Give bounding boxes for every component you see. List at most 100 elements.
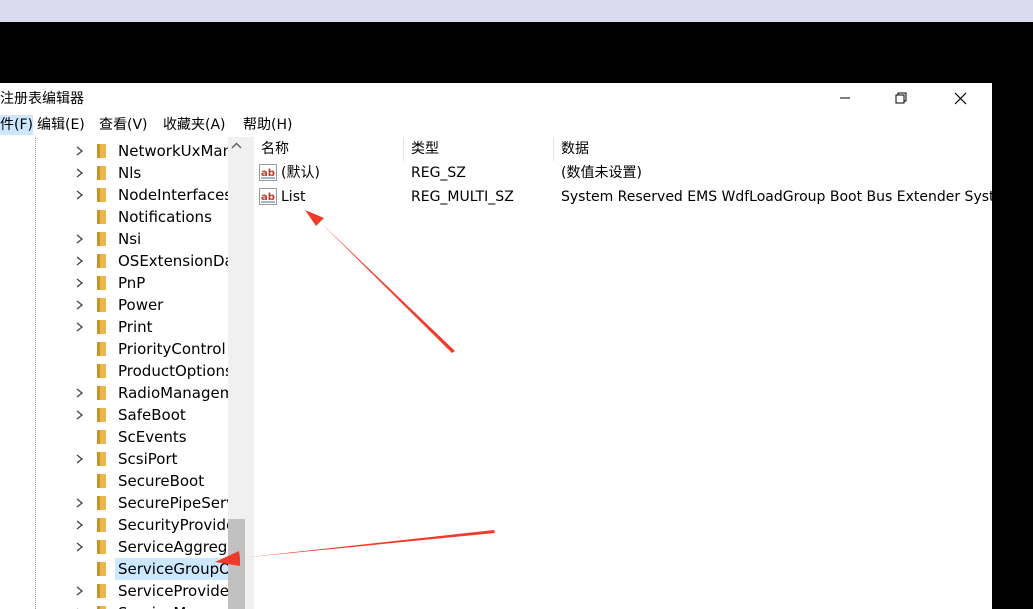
scroll-thumb[interactable] [228,519,245,609]
expand-toggle[interactable] [73,536,87,558]
folder-icon [93,319,110,335]
tree-item[interactable]: SafeBoot [0,404,228,426]
tree-item-label: Nls [118,164,142,182]
tree-item[interactable]: ServiceProvider [0,580,228,602]
tree-item[interactable]: RadioManagement [0,382,228,404]
column-header-type[interactable]: 类型 [404,137,554,161]
chevron-right-icon [76,278,84,288]
chevron-right-icon [76,256,84,266]
restore-button[interactable] [878,83,924,113]
tree-item[interactable]: NetworkUxManager [0,140,228,162]
tree-item[interactable]: ServiceMe [0,602,228,609]
expand-toggle[interactable] [73,602,87,609]
value-row[interactable]: ab (默认) REG_SZ (数值未设置) [254,161,992,185]
value-type: REG_SZ [411,165,466,181]
folder-icon [93,187,110,203]
folder-icon [93,495,110,511]
tree-item-label: ServiceAggregatedEvents [118,538,228,556]
minimize-button[interactable] [822,83,868,113]
tree-item[interactable]: ScsiPort [0,448,228,470]
expand-toggle[interactable] [73,250,87,272]
chevron-right-icon [76,168,84,178]
folder-icon [93,517,110,533]
value-data: (数值未设置) [561,165,642,181]
menu-help[interactable]: 帮助(H) [243,115,292,135]
tree-item[interactable]: ScEvents [0,426,228,448]
folder-icon [93,231,110,247]
tree-item[interactable]: ServiceGroupOrder [0,558,228,580]
column-header-name[interactable]: 名称 [254,137,404,161]
tree-item-label: ServiceProvider [118,582,228,600]
menu-view[interactable]: 查看(V) [99,115,148,135]
tree-item[interactable]: SecureBoot [0,470,228,492]
title-bar[interactable]: 注册表编辑器 [0,83,992,113]
tree-item[interactable]: ProductOptions [0,360,228,382]
tree-item-label: NodeInterfaces [118,186,228,204]
tree-item[interactable]: Print [0,316,228,338]
tree-item[interactable]: ServiceAggregatedEvents [0,536,228,558]
tree-item[interactable]: NodeInterfaces [0,184,228,206]
folder-icon [93,429,110,445]
folder-icon [93,407,110,423]
expand-toggle[interactable] [73,162,87,184]
regedit-window: 注册表编辑器 件(F) 编辑(E) 查看(V) 收藏夹(A) 帮助(H) Net… [0,83,992,609]
close-icon [954,92,966,104]
tree-item-label: RadioManagement [118,384,228,402]
tree-item[interactable]: PriorityControl [0,338,228,360]
value-type: REG_MULTI_SZ [411,189,514,205]
chevron-right-icon [76,322,84,332]
tree-item[interactable]: Nsi [0,228,228,250]
folder-icon [93,143,110,159]
tree-item[interactable]: PnP [0,272,228,294]
tree-item-label: PriorityControl [118,340,226,358]
window-title: 注册表编辑器 [0,91,84,107]
close-button[interactable] [937,83,983,113]
desktop-top-strip [0,0,1033,22]
menu-favorites[interactable]: 收藏夹(A) [163,115,226,135]
registry-key-tree[interactable]: NetworkUxManager Nls NodeInterfaces Notific… [0,137,228,609]
expand-toggle[interactable] [73,404,87,426]
tree-item[interactable]: SecurePipeServers [0,492,228,514]
value-row[interactable]: ab List REG_MULTI_SZ System Reserved EMS Wd… [254,185,992,209]
chevron-up-icon [231,142,242,149]
expand-toggle[interactable] [73,492,87,514]
tree-item[interactable]: Notifications [0,206,228,228]
expand-toggle[interactable] [73,316,87,338]
expand-toggle[interactable] [73,184,87,206]
tree-item[interactable]: Power [0,294,228,316]
chevron-right-icon [76,586,84,596]
chevron-right-icon [76,410,84,420]
expand-toggle[interactable] [73,580,87,602]
menu-file[interactable]: 件(F) [0,115,33,135]
chevron-right-icon [76,498,84,508]
tree-item[interactable]: Nls [0,162,228,184]
tree-scrollbar[interactable] [228,137,245,609]
tree-item-label: SafeBoot [118,406,186,424]
expand-toggle[interactable] [73,228,87,250]
tree-item-label: Power [118,296,164,314]
chevron-right-icon [76,454,84,464]
svg-text:ab: ab [261,168,275,179]
folder-icon [93,451,110,467]
chevron-right-icon [76,542,84,552]
chevron-right-icon [76,234,84,244]
svg-text:ab: ab [261,192,275,203]
column-header-data[interactable]: 数据 [554,137,992,161]
chevron-right-icon [76,388,84,398]
tree-item[interactable]: SecurityProviders [0,514,228,536]
tree-item-label: Nsi [118,230,142,248]
tree-item[interactable]: OSExtensionDatabase [0,250,228,272]
expand-toggle[interactable] [73,448,87,470]
expand-toggle[interactable] [73,140,87,162]
expand-toggle[interactable] [73,514,87,536]
scroll-up-button[interactable] [228,137,245,154]
menu-edit[interactable]: 编辑(E) [37,115,85,135]
tree-item-label: NetworkUxManager [118,142,228,160]
expand-toggle[interactable] [73,294,87,316]
folder-icon [93,209,110,225]
folder-icon [93,297,110,313]
expand-toggle[interactable] [73,272,87,294]
tree-item-label: Print [118,318,153,336]
expand-toggle[interactable] [73,382,87,404]
chevron-right-icon [76,520,84,530]
